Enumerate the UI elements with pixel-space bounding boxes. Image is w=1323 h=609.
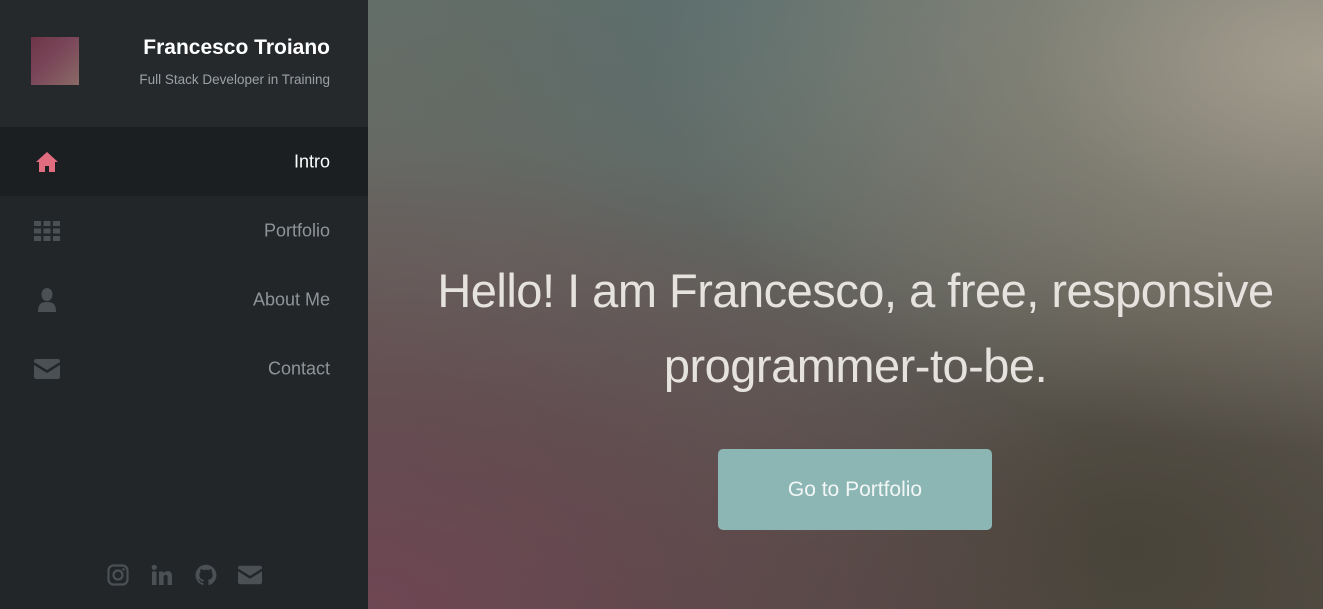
page: Francesco Troiano Full Stack Developer i… <box>0 0 1323 609</box>
grid-icon <box>34 219 60 243</box>
profile-name: Francesco Troiano <box>143 36 330 59</box>
profile-header: Francesco Troiano Full Stack Developer i… <box>0 0 368 127</box>
email-icon[interactable] <box>238 561 262 589</box>
home-icon <box>34 150 60 174</box>
social-links <box>0 561 368 589</box>
nav-label-contact: Contact <box>267 358 330 378</box>
profile-tagline: Full Stack Developer in Training <box>139 72 330 87</box>
hero-section: Hello! I am Francesco, a free, responsiv… <box>368 0 1323 609</box>
user-icon <box>34 287 60 312</box>
instagram-icon[interactable] <box>106 561 130 589</box>
nav-item-contact[interactable]: Contact <box>0 334 368 403</box>
nav-label-intro: Intro <box>293 151 330 171</box>
github-icon[interactable] <box>194 561 218 589</box>
nav-label-portfolio: Portfolio <box>263 220 330 240</box>
go-to-portfolio-button[interactable]: Go to Portfolio <box>718 449 992 530</box>
nav-item-about-me[interactable]: About Me <box>0 265 368 334</box>
sidebar: Francesco Troiano Full Stack Developer i… <box>0 0 368 609</box>
linkedin-icon[interactable] <box>150 561 174 589</box>
hero-headline: Hello! I am Francesco, a free, responsiv… <box>437 264 1274 392</box>
nav-label-about-me: About Me <box>252 289 330 309</box>
sidebar-nav: Intro Portfolio About Me Contact <box>0 127 368 403</box>
nav-item-portfolio[interactable]: Portfolio <box>0 196 368 265</box>
nav-item-intro[interactable]: Intro <box>0 127 368 196</box>
avatar <box>31 37 79 85</box>
envelope-icon <box>34 357 60 381</box>
